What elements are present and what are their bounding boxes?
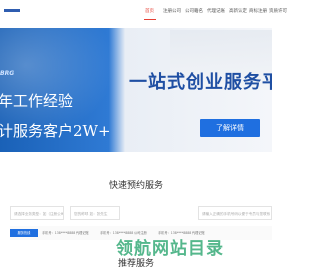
ticker-item: 手机号：138****8888: [42, 231, 76, 235]
banner-tag: BRG: [0, 70, 15, 77]
nav-company-register[interactable]: 注册公司: [163, 8, 181, 14]
name-input[interactable]: 您的称呼 如：张先生: [70, 206, 120, 220]
nav-active-indicator: [144, 19, 156, 21]
hotline-badge: 服务热线: [10, 229, 38, 237]
hero-banner: BRG 年工作经验 计服务客户2W+ 一站式创业服务平 了解详情: [0, 28, 272, 152]
banner-customers-text: 计服务客户2W+: [0, 122, 111, 140]
learn-more-button[interactable]: 了解详情: [200, 119, 260, 137]
nav-license[interactable]: 资质许可: [269, 8, 287, 14]
recommended-section-title: 推荐服务: [118, 259, 155, 269]
banner-experience-text: 年工作经验: [0, 92, 74, 110]
business-type-select[interactable]: 请选择业务类型：如（注册公司: [10, 206, 64, 220]
nav-home[interactable]: 首页: [145, 8, 154, 14]
nav-company-name[interactable]: 公司籍名: [185, 8, 203, 14]
booking-section-title: 快速预约服务: [108, 181, 163, 191]
banner-title: 一站式创业服务平: [129, 72, 272, 93]
ticker-item: 代理记账: [76, 231, 89, 235]
nav-high-tech[interactable]: 高新认定: [229, 8, 247, 14]
nav-trademark[interactable]: 商标注册: [249, 8, 267, 14]
booking-form: 请选择业务类型：如（注册公司 您的称呼 如：张先生 请输入正确的手机号码以便于专…: [10, 206, 272, 222]
nav-bookkeeping[interactable]: 代理记账: [207, 8, 225, 14]
site-logo[interactable]: [4, 9, 20, 12]
phone-input[interactable]: 请输入正确的手机号码以便于专员与您联系: [198, 206, 272, 220]
site-header: 首页 注册公司 公司籍名 代理记账 高新认定 商标注册 资质许可: [0, 0, 287, 29]
